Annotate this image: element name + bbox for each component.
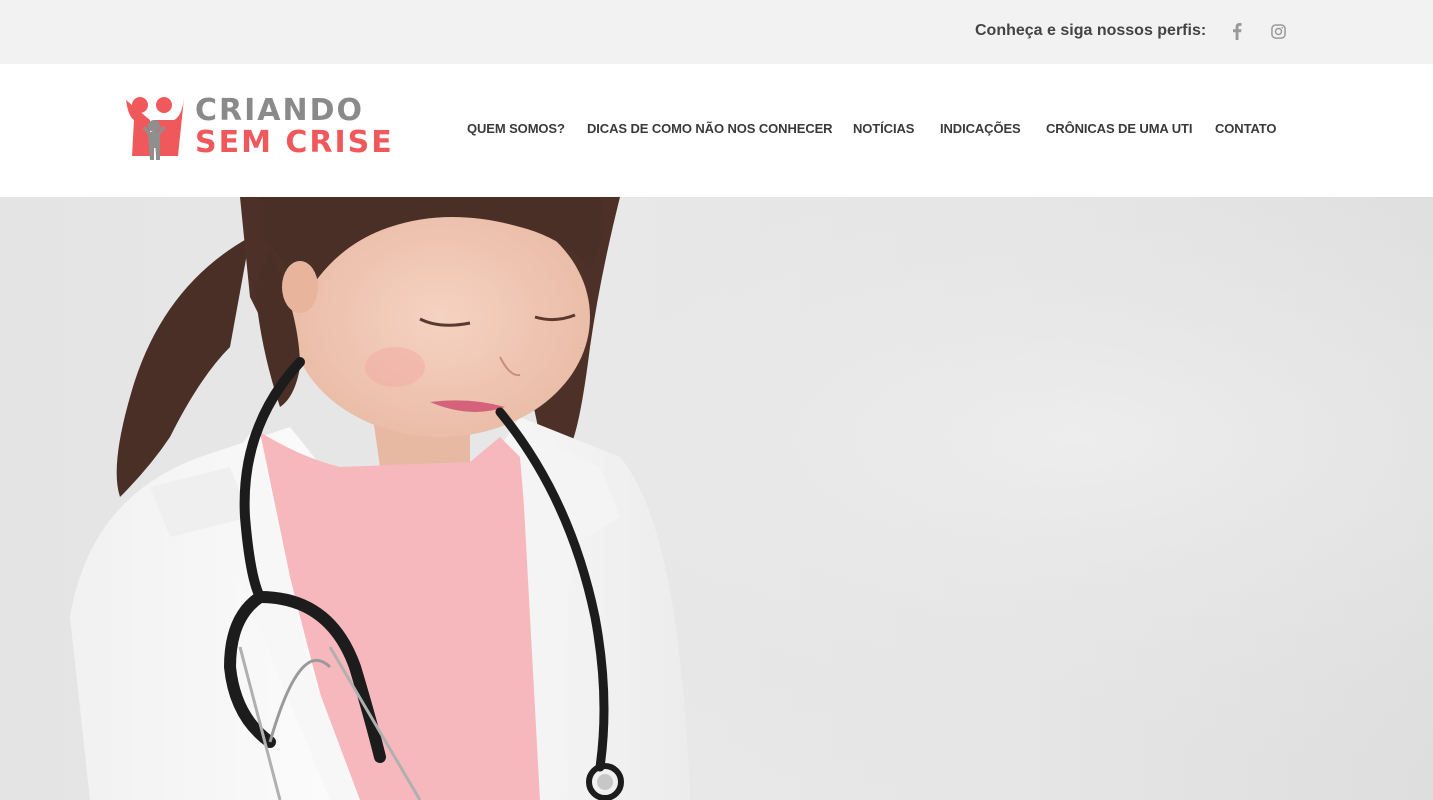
main-nav: QUEM SOMOS? DICAS DE COMO NÃO NOS CONHEC…	[467, 119, 1277, 139]
nav-item-contato[interactable]: CONTATO	[1215, 119, 1277, 139]
facebook-link[interactable]	[1227, 21, 1247, 41]
family-logo-icon	[126, 97, 184, 160]
nav-item-dicas[interactable]: DICAS DE COMO NÃO NOS CONHECER	[587, 119, 853, 139]
nav-item-cronicas[interactable]: CRÔNICAS DE UMA UTI	[1046, 119, 1215, 139]
site-header: CRIANDO SEM CRISE QUEM SOMOS? DICAS DE C…	[0, 64, 1433, 197]
logo-text-line1: CRIANDO	[195, 93, 365, 128]
facebook-icon	[1233, 22, 1242, 40]
site-logo[interactable]: CRIANDO SEM CRISE	[124, 93, 392, 160]
nav-item-noticias[interactable]: NOTÍCIAS	[853, 119, 940, 139]
nav-item-quem-somos[interactable]: QUEM SOMOS?	[467, 119, 587, 139]
instagram-link[interactable]	[1268, 21, 1288, 41]
girl-doctor-photo	[0, 197, 1433, 800]
hero-banner	[0, 197, 1433, 800]
logo-text-line2: SEM CRISE	[195, 125, 394, 160]
instagram-icon	[1270, 23, 1286, 39]
follow-us-text: Conheça e siga nossos perfis:	[975, 22, 1207, 39]
nav-item-indicacoes[interactable]: INDICAÇÕES	[940, 119, 1046, 139]
top-bar: Conheça e siga nossos perfis:	[0, 0, 1433, 64]
